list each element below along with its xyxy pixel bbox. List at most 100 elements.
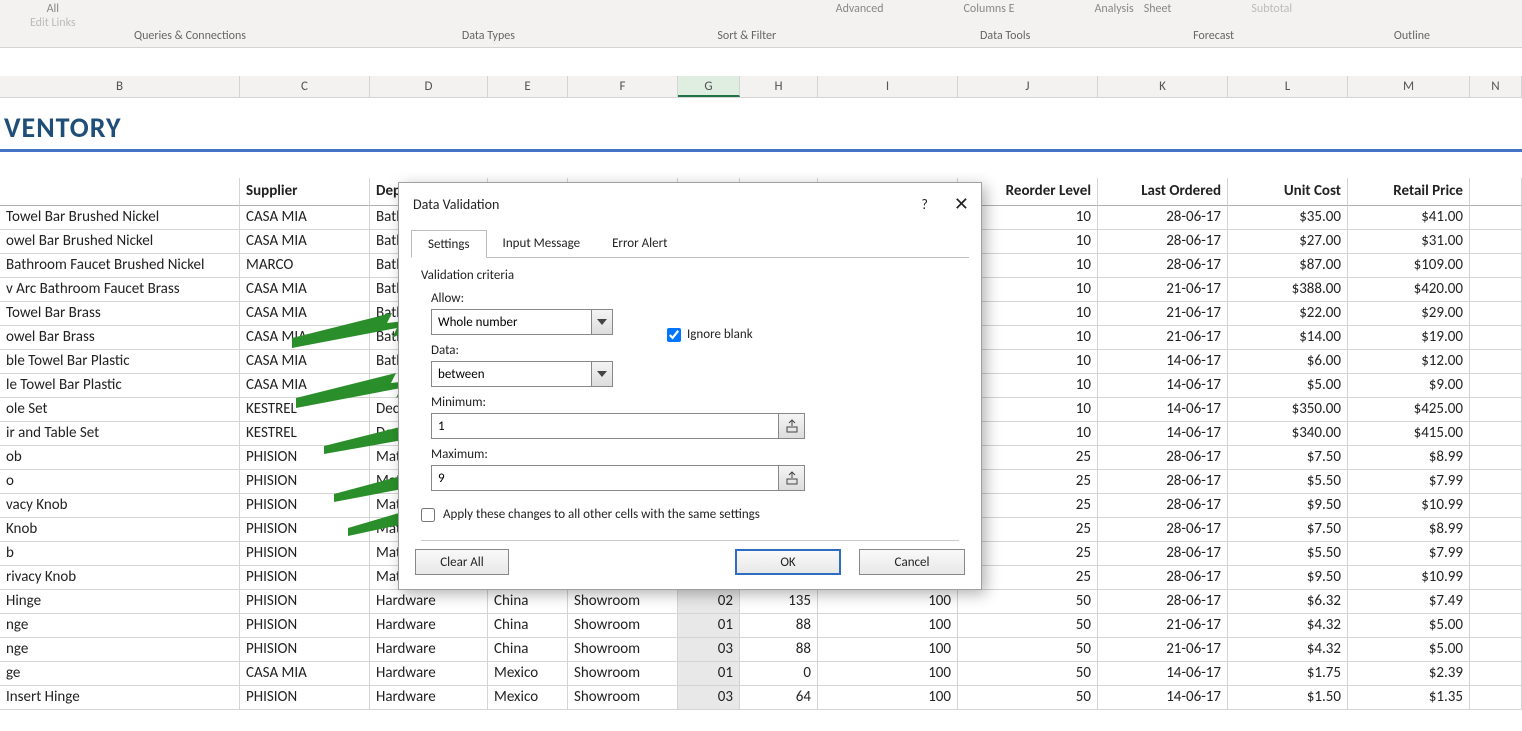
cell[interactable]: 28-06-17 (1098, 470, 1228, 494)
cell[interactable]: CASA MIA (240, 662, 370, 686)
cell[interactable]: 01 (678, 662, 740, 686)
cell[interactable]: $27.00 (1228, 230, 1348, 254)
cell[interactable]: 14-06-17 (1098, 398, 1228, 422)
cell[interactable]: Hardware (370, 686, 488, 710)
cell[interactable]: v Arc Bathroom Faucet Brass (0, 278, 240, 302)
cell[interactable]: $7.50 (1228, 518, 1348, 542)
cell[interactable]: 01 (678, 614, 740, 638)
cell[interactable]: PHISION (240, 686, 370, 710)
cell[interactable] (1470, 302, 1522, 326)
cell[interactable] (1470, 446, 1522, 470)
cell[interactable]: Mexico (488, 686, 568, 710)
cell[interactable]: 14-06-17 (1098, 662, 1228, 686)
cell[interactable] (1470, 278, 1522, 302)
cell[interactable]: $7.99 (1348, 470, 1470, 494)
cell[interactable]: $29.00 (1348, 302, 1470, 326)
cell[interactable] (1470, 350, 1522, 374)
cell[interactable]: Towel Bar Brushed Nickel (0, 206, 240, 230)
cell[interactable]: 02 (678, 590, 740, 614)
cell[interactable]: $4.32 (1228, 614, 1348, 638)
cell[interactable]: 64 (740, 686, 818, 710)
cell[interactable]: owel Bar Brushed Nickel (0, 230, 240, 254)
cell[interactable]: 21-06-17 (1098, 302, 1228, 326)
cell[interactable]: $19.00 (1348, 326, 1470, 350)
help-icon[interactable]: ? (921, 196, 928, 213)
cell[interactable] (1470, 614, 1522, 638)
cell[interactable]: Hardware (370, 662, 488, 686)
cell[interactable]: 28-06-17 (1098, 230, 1228, 254)
cell[interactable] (1470, 254, 1522, 278)
cell[interactable]: 0 (740, 662, 818, 686)
cell[interactable] (1470, 542, 1522, 566)
cell[interactable]: PHISION (240, 638, 370, 662)
cell[interactable]: $8.99 (1348, 446, 1470, 470)
cell[interactable]: Knob (0, 518, 240, 542)
cell[interactable]: $2.39 (1348, 662, 1470, 686)
cell[interactable]: PHISION (240, 590, 370, 614)
cell[interactable]: 28-06-17 (1098, 494, 1228, 518)
cell[interactable]: $340.00 (1228, 422, 1348, 446)
cell[interactable]: Showroom (568, 638, 678, 662)
ribbon-all[interactable]: All (47, 2, 59, 16)
cell[interactable]: 50 (958, 638, 1098, 662)
cell[interactable]: $31.00 (1348, 230, 1470, 254)
cell[interactable]: 88 (740, 614, 818, 638)
cell[interactable]: $415.00 (1348, 422, 1470, 446)
apply-changes-checkbox[interactable]: Apply these changes to all other cells w… (421, 507, 959, 522)
cell[interactable]: $7.49 (1348, 590, 1470, 614)
cell[interactable]: 28-06-17 (1098, 566, 1228, 590)
cell[interactable] (1470, 686, 1522, 710)
ok-button[interactable]: OK (735, 549, 841, 575)
col-F[interactable]: F (568, 76, 678, 97)
cell[interactable]: $5.00 (1348, 638, 1470, 662)
ribbon-advanced[interactable]: Advanced (836, 2, 884, 16)
cell[interactable]: $6.00 (1228, 350, 1348, 374)
cell[interactable]: Showroom (568, 686, 678, 710)
cell[interactable]: 100 (818, 614, 958, 638)
cell[interactable] (1470, 470, 1522, 494)
cancel-button[interactable]: Cancel (859, 549, 965, 575)
cell[interactable]: Hardware (370, 590, 488, 614)
cell[interactable]: $5.00 (1348, 614, 1470, 638)
cell[interactable] (1470, 494, 1522, 518)
cell[interactable]: le Towel Bar Plastic (0, 374, 240, 398)
col-D[interactable]: D (370, 76, 488, 97)
cell[interactable]: 14-06-17 (1098, 350, 1228, 374)
cell[interactable]: 50 (958, 686, 1098, 710)
cell[interactable] (1470, 518, 1522, 542)
cell[interactable]: 28-06-17 (1098, 542, 1228, 566)
ribbon-edit-links[interactable]: Edit Links (30, 16, 76, 30)
cell[interactable]: 28-06-17 (1098, 254, 1228, 278)
col-J[interactable]: J (958, 76, 1098, 97)
cell[interactable]: 21-06-17 (1098, 326, 1228, 350)
cell[interactable]: $5.50 (1228, 542, 1348, 566)
cell[interactable]: China (488, 590, 568, 614)
cell[interactable]: $388.00 (1228, 278, 1348, 302)
table-row[interactable]: Insert HingePHISIONHardwareMexicoShowroo… (0, 686, 1522, 710)
cell[interactable]: Showroom (568, 614, 678, 638)
cell[interactable]: $5.50 (1228, 470, 1348, 494)
cell[interactable]: 50 (958, 662, 1098, 686)
col-K[interactable]: K (1098, 76, 1228, 97)
table-row[interactable]: geCASA MIAHardwareMexicoShowroom01010050… (0, 662, 1522, 686)
cell[interactable]: 03 (678, 686, 740, 710)
tab-error-alert[interactable]: Error Alert (596, 230, 683, 258)
cell[interactable]: Hardware (370, 638, 488, 662)
cell[interactable]: ob (0, 446, 240, 470)
cell[interactable] (1470, 566, 1522, 590)
col-L[interactable]: L (1228, 76, 1348, 97)
table-row[interactable]: HingePHISIONHardwareChinaShowroom0213510… (0, 590, 1522, 614)
cell[interactable]: 88 (740, 638, 818, 662)
cell[interactable]: Towel Bar Brass (0, 302, 240, 326)
data-dropdown-button[interactable] (591, 361, 613, 387)
allow-dropdown-button[interactable] (591, 309, 613, 335)
cell[interactable]: ir and Table Set (0, 422, 240, 446)
cell[interactable] (1470, 638, 1522, 662)
cell[interactable]: 28-06-17 (1098, 206, 1228, 230)
minimum-ref-button[interactable] (779, 413, 805, 439)
cell[interactable]: $6.32 (1228, 590, 1348, 614)
cell[interactable]: Hinge (0, 590, 240, 614)
cell[interactable]: $9.50 (1228, 566, 1348, 590)
cell[interactable]: $10.99 (1348, 566, 1470, 590)
tab-settings[interactable]: Settings (411, 230, 487, 258)
